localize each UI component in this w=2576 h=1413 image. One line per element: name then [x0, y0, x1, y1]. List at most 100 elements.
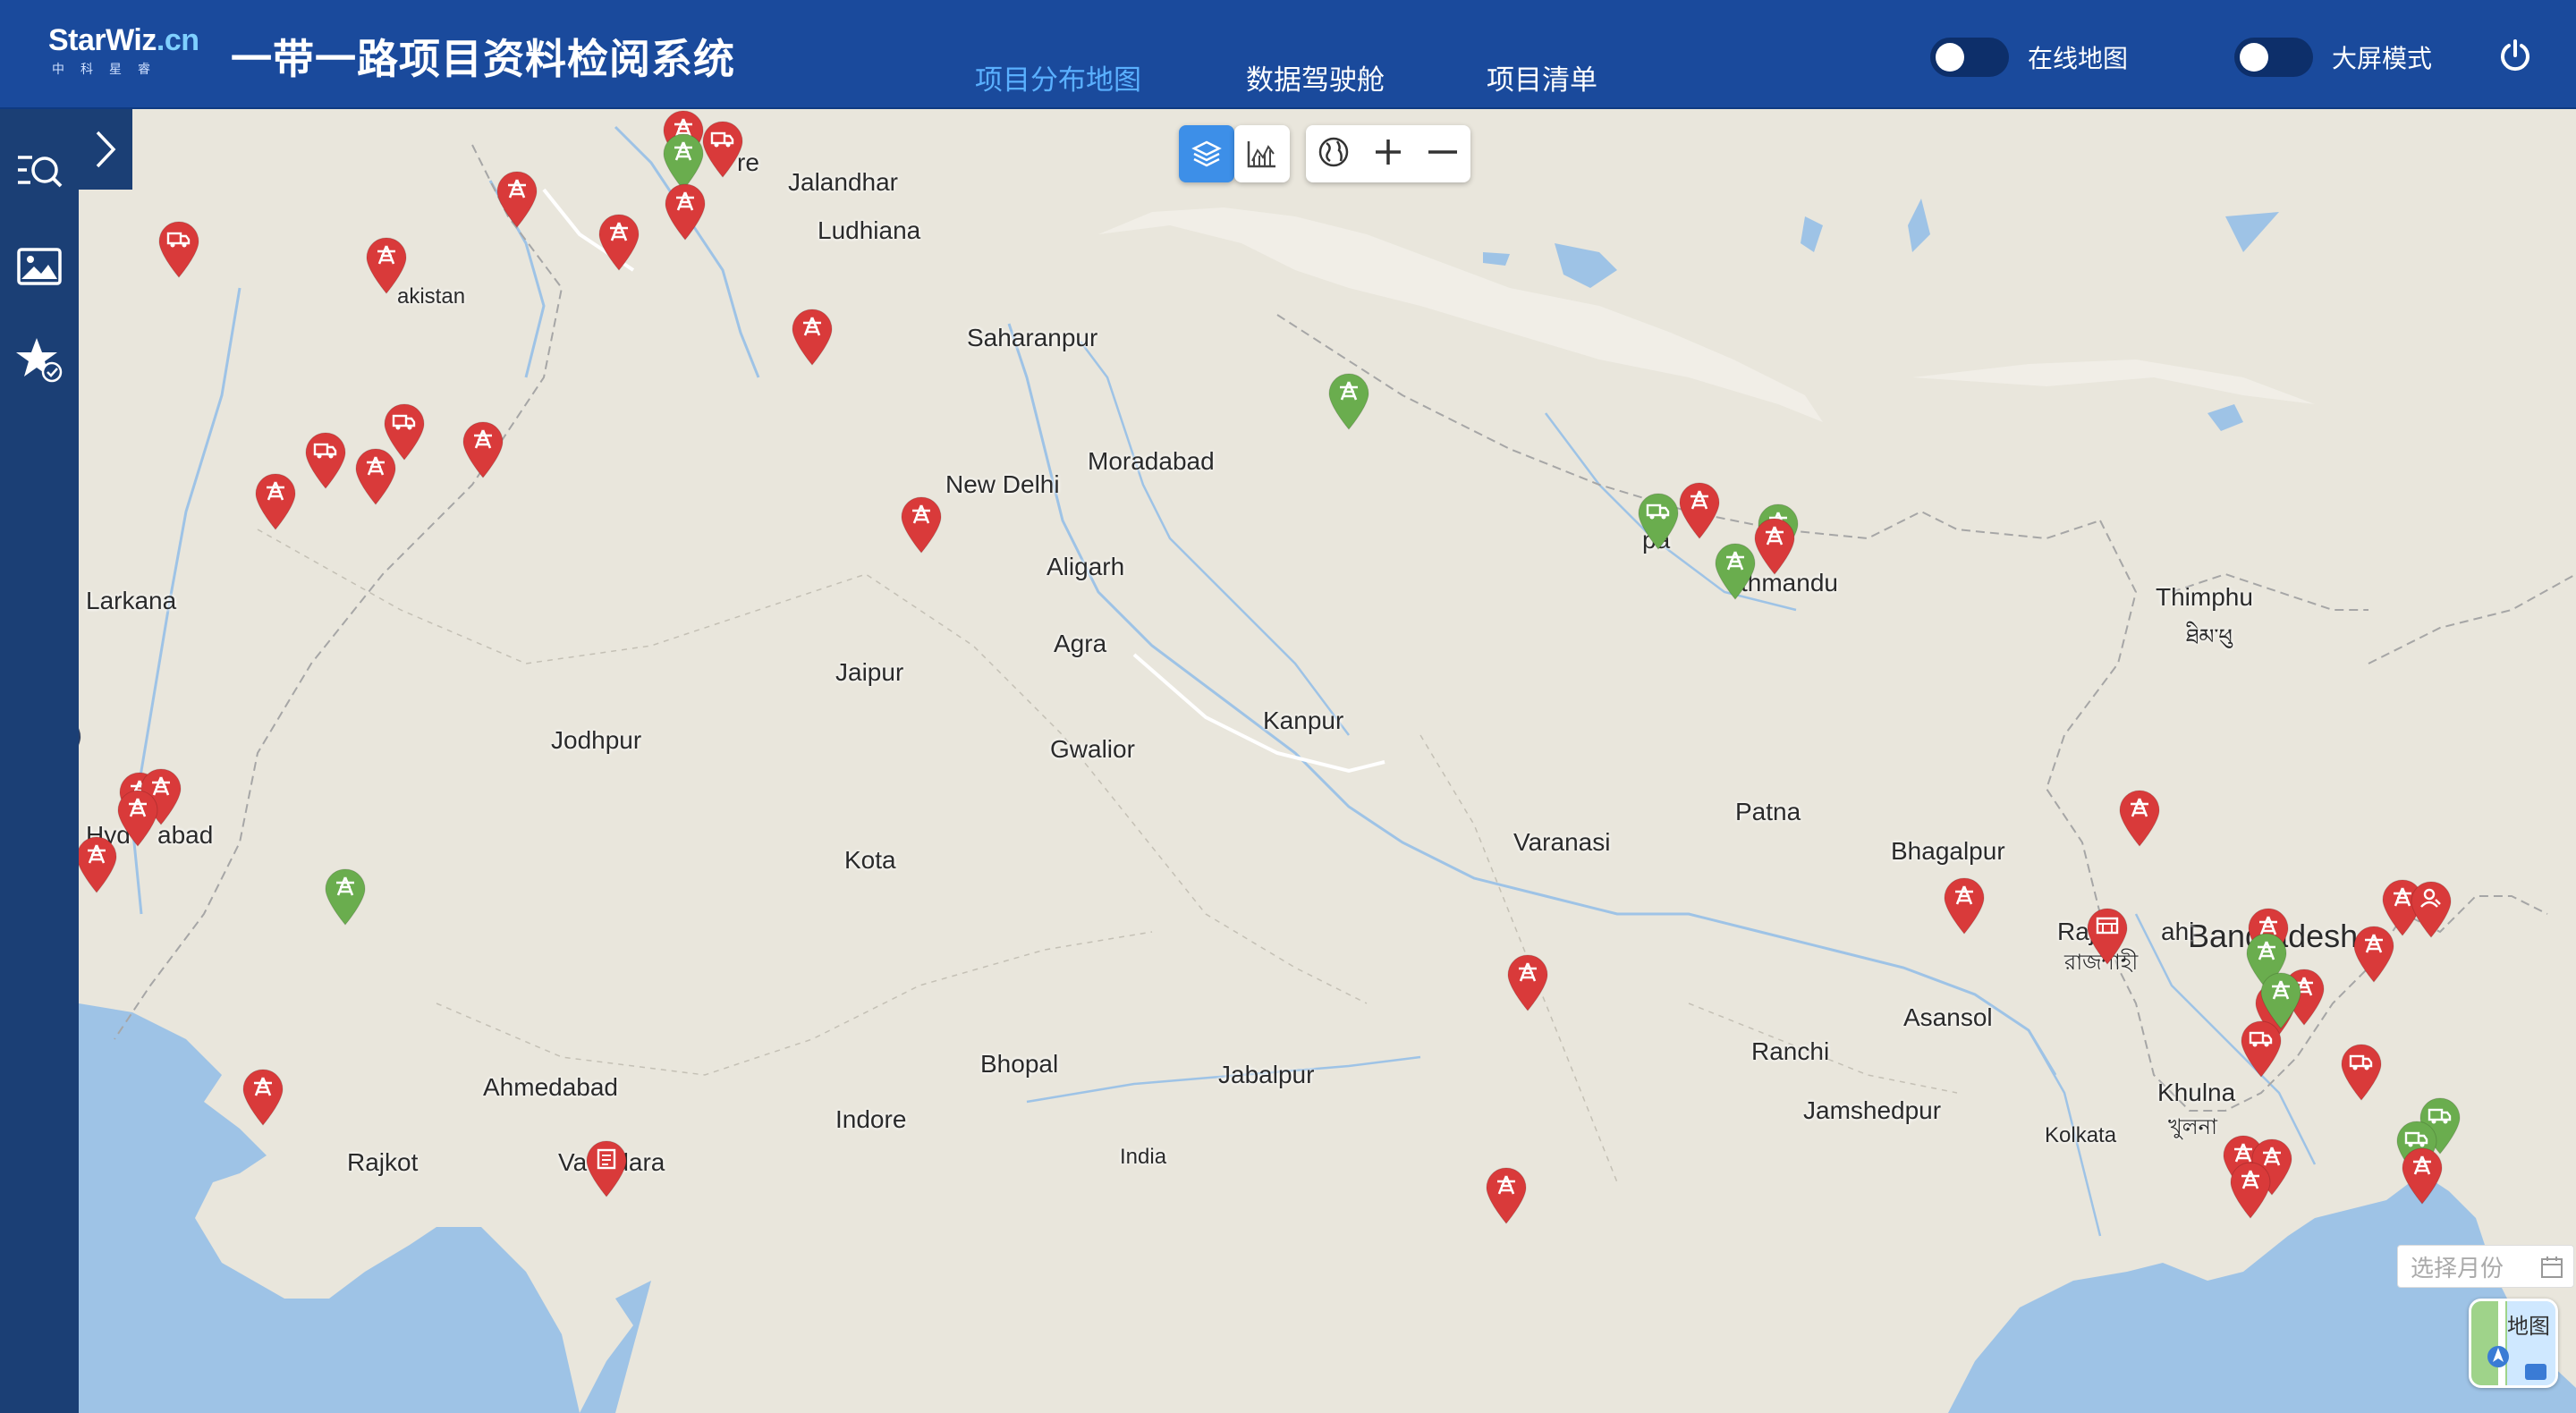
month-picker-input[interactable]: 选择月份 [2397, 1245, 2574, 1288]
project-marker-tower[interactable] [241, 1068, 285, 1127]
city-label: Patna [1735, 798, 1801, 825]
city-label: Gwalior [1050, 735, 1135, 763]
project-marker-tower[interactable] [2400, 1146, 2445, 1206]
project-marker-tower[interactable] [79, 715, 83, 774]
city-label: Saharanpur [967, 324, 1098, 351]
map-zoom-controls [1306, 125, 1470, 182]
globe-icon [1318, 137, 1348, 166]
logo-main-text: StarWiz [48, 23, 157, 57]
left-sidebar [0, 109, 79, 1413]
nav-project-map[interactable]: 项目分布地图 [975, 57, 1141, 97]
app-title: 一带一路项目资料检阅系统 [231, 36, 735, 82]
project-marker-tower[interactable] [364, 236, 409, 295]
logo-subtitle: 中科星睿 [52, 62, 166, 76]
zoom-in-button[interactable] [1370, 134, 1406, 174]
top-header-bar: StarWiz.cn 中科星睿 一带一路项目资料检阅系统 项目分布地图 数据驾驶… [0, 0, 2576, 109]
map-canvas[interactable]: Jalandhar Ludhiana Saharanpur New Delhi … [79, 109, 2576, 1413]
basemap-switch-label: 地图 [2507, 1315, 2550, 1339]
layers-icon [1191, 140, 1222, 167]
zoom-out-button[interactable] [1425, 134, 1461, 174]
project-marker-tower[interactable] [323, 867, 368, 926]
project-marker-tower[interactable] [2228, 1161, 2273, 1220]
project-marker-person[interactable] [2409, 880, 2453, 939]
project-marker-tower[interactable] [1484, 1166, 1529, 1225]
project-marker-tower[interactable] [1677, 481, 1722, 540]
search-list-button[interactable] [13, 145, 66, 199]
month-picker-placeholder: 选择月份 [2411, 1254, 2504, 1282]
project-marker-tower[interactable] [1942, 876, 1987, 935]
project-marker-truck[interactable] [303, 431, 348, 490]
nav-project-list[interactable]: 项目清单 [1487, 57, 1597, 97]
city-label: Thimphu [2156, 583, 2253, 611]
city-label: Jodhpur [551, 726, 642, 754]
search-list-icon [18, 156, 63, 188]
city-label: Kanpur [1263, 706, 1344, 734]
city-label: Asansol [1903, 1003, 1993, 1031]
project-marker-tower[interactable] [597, 213, 641, 272]
city-label: Varanasi [1513, 828, 1611, 856]
project-marker-truck[interactable] [700, 120, 745, 179]
project-marker-tower[interactable] [1752, 517, 1797, 576]
chart-button[interactable] [1234, 125, 1290, 182]
big-screen-toggle[interactable] [2234, 38, 2313, 77]
project-marker-tower[interactable] [790, 308, 835, 367]
project-marker-tower[interactable] [1326, 372, 1371, 431]
image-icon [17, 248, 62, 285]
starwiz-logo: StarWiz.cn 中科星睿 [48, 23, 199, 78]
project-marker-tower[interactable] [1713, 542, 1758, 601]
basemap-switch-button[interactable]: 地图 [2469, 1299, 2558, 1388]
online-map-toggle[interactable] [1930, 38, 2009, 77]
calendar-icon [2541, 1256, 2563, 1278]
expand-panel-button[interactable] [79, 109, 132, 190]
online-map-label: 在线地图 [2028, 45, 2129, 72]
city-label-native: খুলনা [2168, 1115, 2217, 1139]
city-label: Kota [844, 846, 896, 874]
project-marker-tower[interactable] [115, 789, 160, 848]
project-marker-tower[interactable] [79, 835, 119, 894]
nav-data-cockpit[interactable]: 数据驾驶舱 [1246, 57, 1385, 97]
project-marker-tower[interactable] [2351, 925, 2396, 984]
country-label-india: India [1120, 1145, 1167, 1169]
project-marker-tower[interactable] [2117, 789, 2162, 848]
power-icon[interactable] [2497, 38, 2533, 73]
project-marker-tower[interactable] [1505, 953, 1550, 1012]
project-marker-tower[interactable] [663, 182, 708, 241]
plus-icon [1375, 139, 1401, 165]
project-marker-truck[interactable] [2239, 1020, 2284, 1079]
city-label: Jalandhar [788, 168, 898, 196]
project-marker-truck[interactable] [2339, 1043, 2384, 1102]
city-label: Bhopal [980, 1050, 1059, 1078]
city-label: Larkana [86, 587, 177, 614]
project-marker-truck[interactable] [1636, 492, 1681, 551]
city-label: Bhagalpur [1891, 837, 2005, 865]
city-label: Moradabad [1088, 447, 1215, 475]
minus-icon [1428, 149, 1458, 154]
star-check-icon [16, 338, 63, 383]
city-label: Khulna [2157, 1079, 2236, 1106]
favorites-button[interactable] [13, 333, 66, 386]
project-marker-tower[interactable] [253, 472, 298, 531]
logo-suffix: .cn [156, 23, 199, 57]
project-marker-document[interactable] [584, 1139, 629, 1198]
layers-button[interactable] [1179, 125, 1234, 182]
city-label: Ludhiana [818, 216, 921, 244]
city-label: New Delhi [945, 470, 1060, 498]
project-marker-tower[interactable] [495, 170, 539, 229]
city-label: Jaipur [835, 658, 904, 686]
city-label: Agra [1054, 630, 1107, 657]
city-label: Rajkot [347, 1148, 419, 1176]
big-screen-label: 大屏模式 [2332, 45, 2433, 72]
city-label-partial: ahi [2161, 918, 2195, 945]
city-label: Aligarh [1046, 553, 1125, 580]
image-button[interactable] [13, 240, 66, 293]
chevron-right-icon [96, 131, 116, 168]
city-label: Ahmedabad [483, 1073, 619, 1101]
project-marker-tower[interactable] [899, 495, 944, 554]
project-marker-building[interactable] [2085, 907, 2130, 966]
project-marker-truck[interactable] [157, 220, 201, 279]
globe-button[interactable] [1316, 134, 1352, 174]
city-label: Kolkata [2045, 1123, 2117, 1147]
project-marker-tower[interactable] [461, 420, 505, 479]
project-marker-tower[interactable] [353, 447, 398, 506]
city-label: Ranchi [1751, 1037, 1830, 1065]
